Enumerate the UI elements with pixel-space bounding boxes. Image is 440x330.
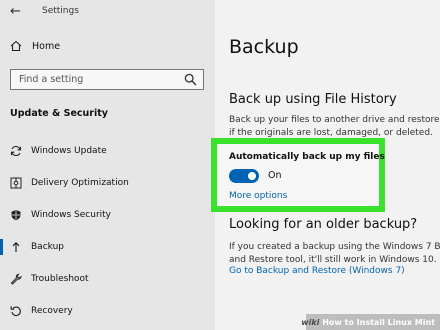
watermark-brand: wiki bbox=[301, 317, 320, 327]
search-icon[interactable] bbox=[184, 73, 197, 86]
sidebar-item-troubleshoot[interactable]: Troubleshoot bbox=[0, 270, 215, 288]
older-backup-heading: Looking for an older backup? bbox=[229, 217, 418, 232]
auto-backup-toggle[interactable] bbox=[229, 169, 259, 183]
back-arrow-icon[interactable]: ← bbox=[10, 4, 21, 19]
auto-backup-label: Automatically back up my files bbox=[229, 152, 385, 162]
recovery-icon bbox=[9, 305, 22, 318]
search-placeholder: Find a setting bbox=[19, 74, 84, 85]
backup-restore-link[interactable]: Go to Backup and Restore (Windows 7) bbox=[229, 266, 405, 276]
sidebar-item-recovery[interactable]: Recovery bbox=[0, 302, 215, 320]
sidebar-item-backup[interactable]: Backup bbox=[0, 238, 215, 256]
sidebar-item-label: Windows Update bbox=[31, 146, 107, 156]
older-backup-description: If you created a backup using the Window… bbox=[229, 242, 440, 265]
window-title: Settings bbox=[42, 6, 79, 16]
highlight-box: Automatically back up my files On More o… bbox=[211, 138, 385, 212]
sidebar-item-label: Recovery bbox=[31, 306, 73, 316]
sidebar-item-label: Troubleshoot bbox=[31, 274, 89, 284]
file-history-heading: Back up using File History bbox=[229, 92, 397, 107]
more-options-link[interactable]: More options bbox=[229, 191, 287, 201]
toggle-state-label: On bbox=[268, 170, 282, 181]
watermark: wiki How to Install Linux Mint bbox=[301, 314, 440, 330]
sidebar-item-delivery-optimization[interactable]: Delivery Optimization bbox=[0, 174, 215, 192]
toggle-knob bbox=[248, 172, 256, 180]
section-label: Update & Security bbox=[10, 108, 108, 119]
watermark-text: How to Install Linux Mint bbox=[322, 317, 435, 327]
wrench-icon bbox=[9, 273, 22, 286]
page-title: Backup bbox=[229, 36, 299, 58]
sync-icon bbox=[9, 145, 22, 158]
sidebar: ← Settings Home Find a setting Update & … bbox=[0, 0, 215, 330]
search-input[interactable]: Find a setting bbox=[10, 69, 204, 90]
backup-arrow-icon bbox=[9, 241, 22, 254]
shield-icon bbox=[9, 209, 22, 222]
delivery-optimization-icon bbox=[9, 177, 22, 190]
sidebar-item-label: Backup bbox=[31, 242, 64, 252]
sidebar-item-label: Delivery Optimization bbox=[31, 178, 129, 188]
sidebar-item-label: Windows Security bbox=[31, 210, 111, 220]
sidebar-item-windows-security[interactable]: Windows Security bbox=[0, 206, 215, 224]
home-icon bbox=[10, 40, 22, 52]
active-indicator bbox=[0, 239, 3, 255]
sidebar-item-windows-update[interactable]: Windows Update bbox=[0, 142, 215, 160]
file-history-description: Back up your files to another drive and … bbox=[229, 115, 440, 138]
home-nav-item[interactable]: Home bbox=[10, 40, 60, 52]
home-label: Home bbox=[32, 40, 61, 52]
